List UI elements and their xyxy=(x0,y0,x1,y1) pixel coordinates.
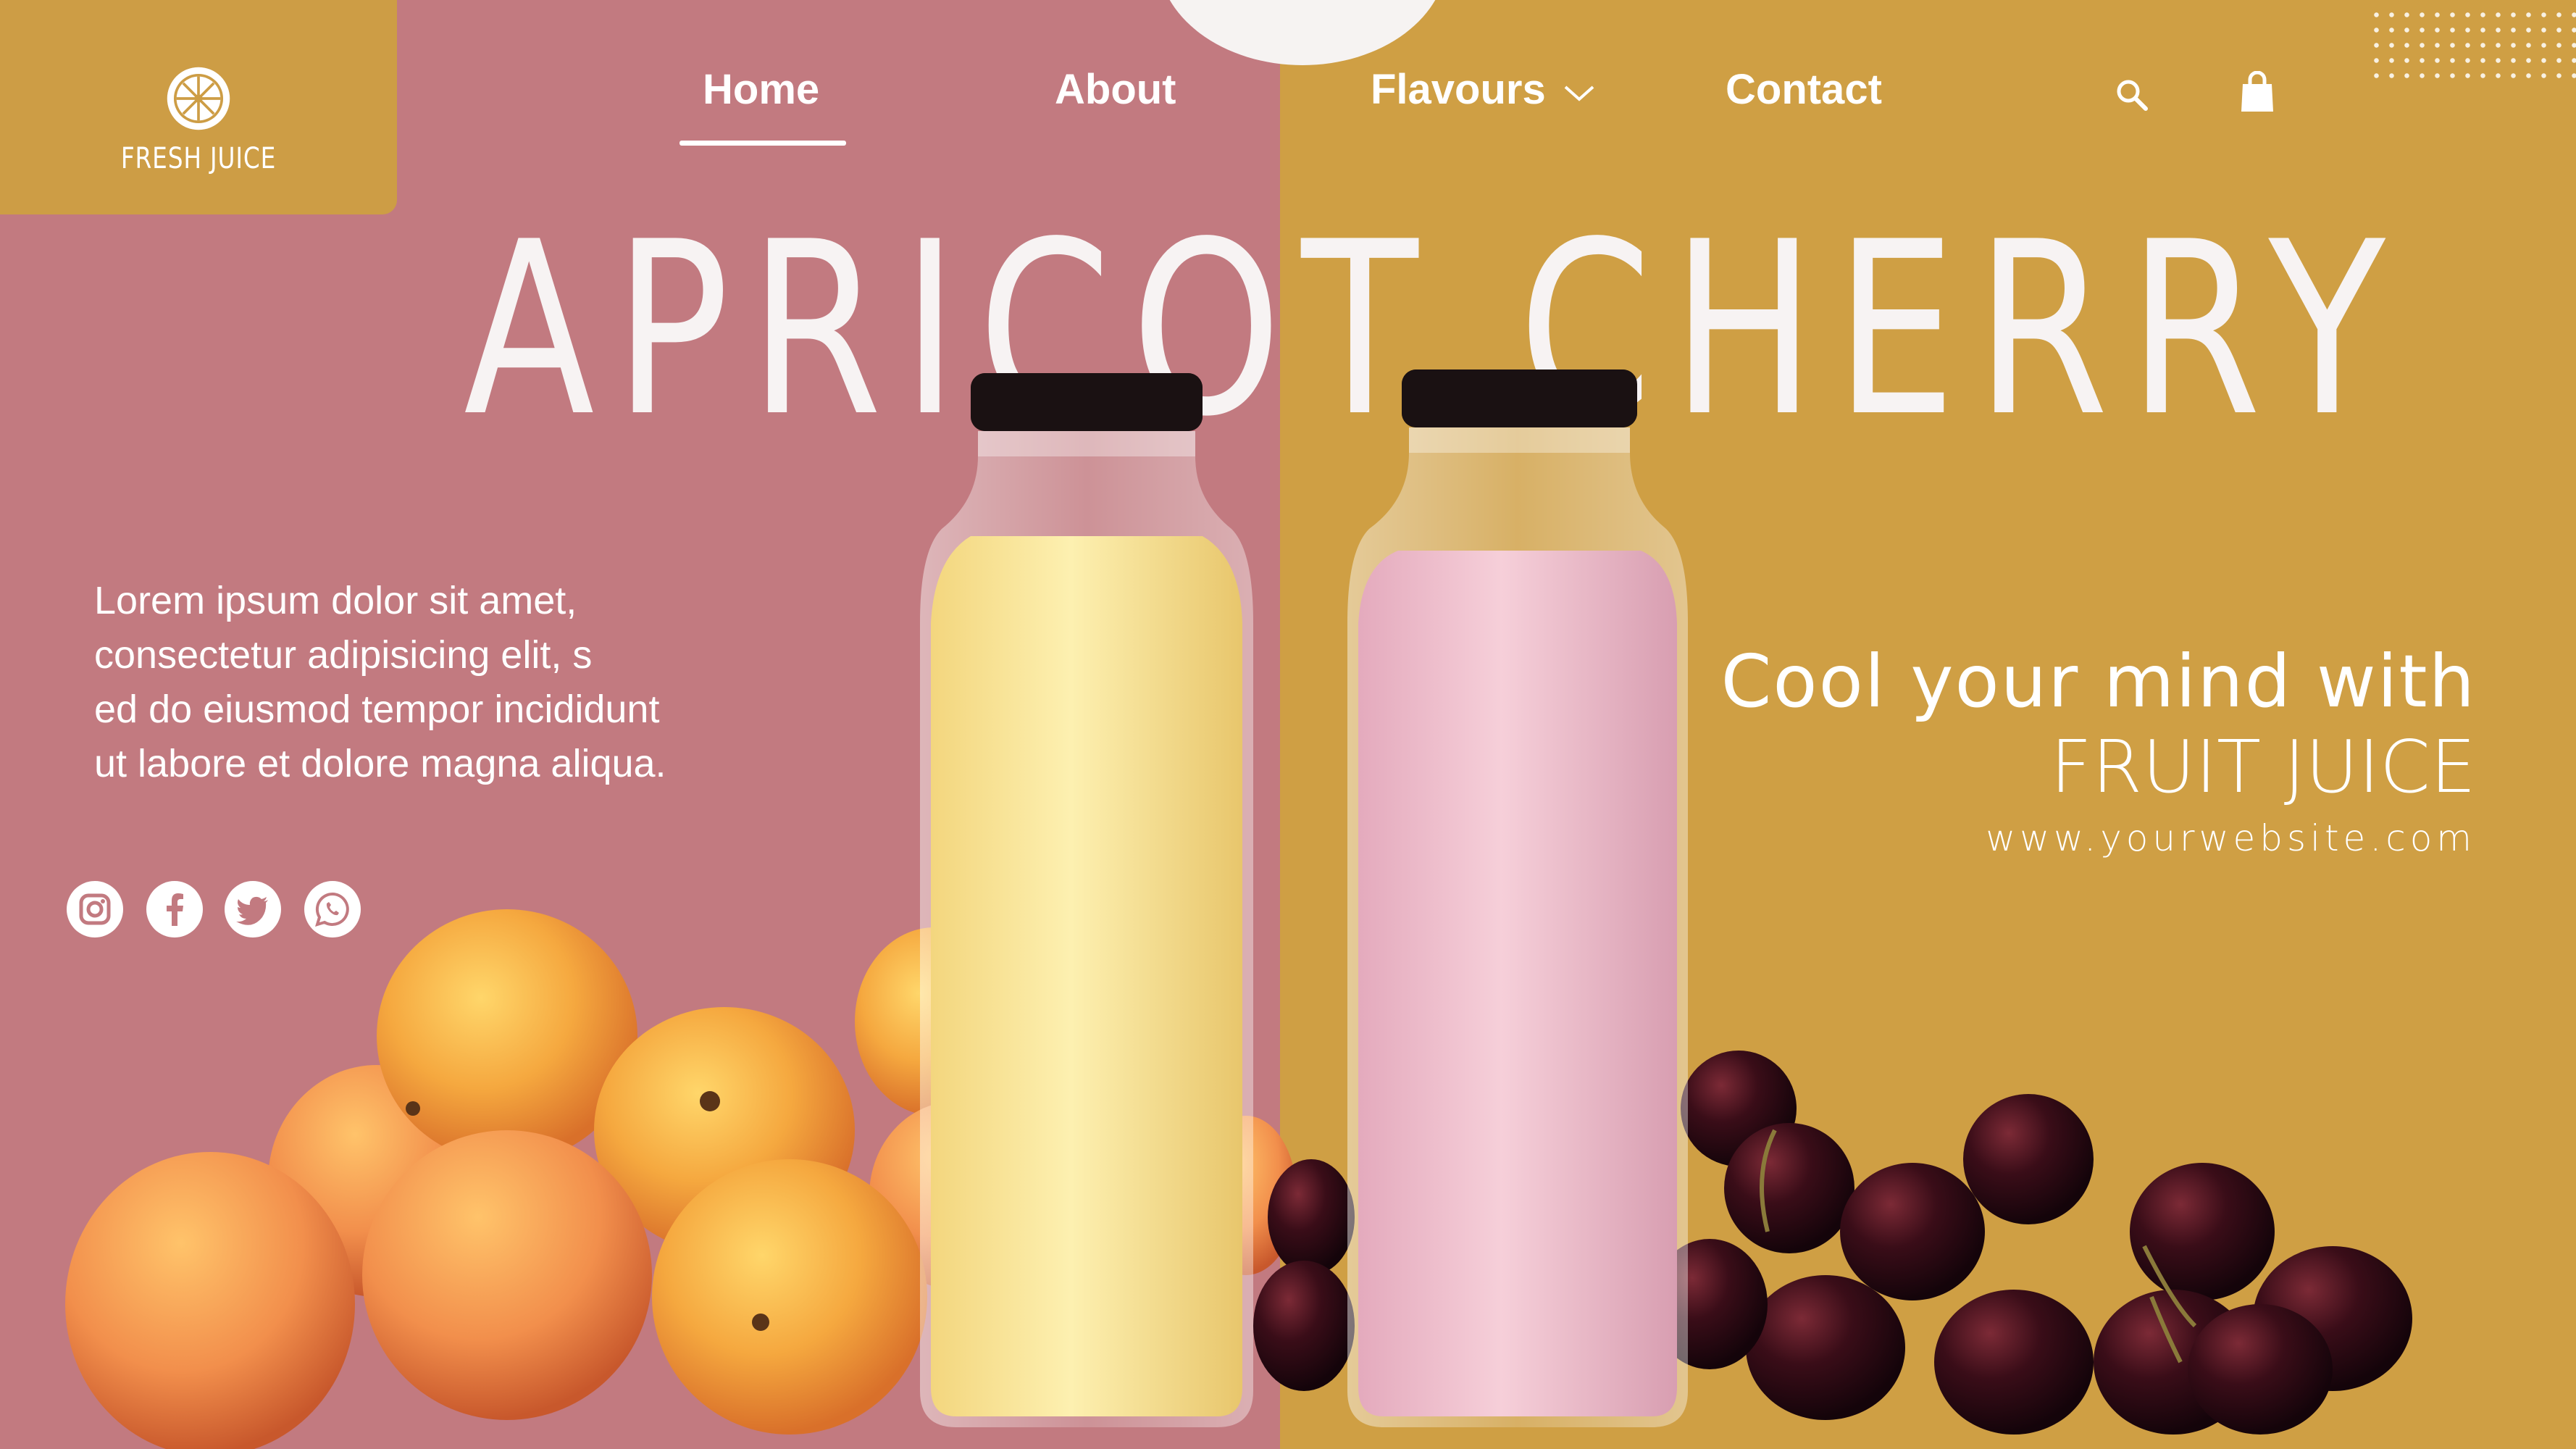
decorative-dot-grid xyxy=(2369,7,2576,87)
nav-about[interactable]: About xyxy=(1055,65,1176,114)
nav-contact[interactable]: Contact xyxy=(1726,65,1882,114)
logo[interactable]: FRESH JUICE xyxy=(0,0,397,214)
tagline-block: Cool your mind with FRUIT JUICE www.your… xyxy=(1721,639,2476,864)
hero-headline: APRICOT CHERRY xyxy=(464,191,2406,469)
nav-flavours-label: Flavours xyxy=(1371,66,1546,113)
instagram-icon[interactable] xyxy=(67,881,123,938)
chevron-down-icon xyxy=(1564,85,1594,101)
tagline-line2: FRUIT JUICE xyxy=(2050,724,2476,809)
brand-name: FRESH JUICE xyxy=(120,142,277,175)
nav-active-underline xyxy=(679,141,846,146)
search-icon[interactable] xyxy=(2114,77,2150,113)
tagline-line1: Cool your mind with xyxy=(1720,639,2476,724)
hero-description: Lorem ipsum dolor sit amet, consectetur … xyxy=(94,574,775,791)
twitter-icon[interactable] xyxy=(225,881,281,938)
shopping-bag-icon[interactable] xyxy=(2240,71,2275,113)
whatsapp-icon[interactable] xyxy=(304,881,361,938)
website-url[interactable]: www.yourwebsite.com xyxy=(1721,813,2476,864)
description-line: consectetur adipisicing elit, s xyxy=(94,633,593,677)
description-line: ut labore et dolore magna aliqua. xyxy=(94,742,666,785)
facebook-icon[interactable] xyxy=(146,881,203,938)
nav-home[interactable]: Home xyxy=(703,65,819,114)
nav-flavours[interactable]: Flavours xyxy=(1371,65,1595,114)
description-line: Lorem ipsum dolor sit amet, xyxy=(94,579,577,622)
orange-slice-icon xyxy=(167,67,230,130)
description-line: ed do eiusmod tempor incididunt xyxy=(94,688,660,731)
